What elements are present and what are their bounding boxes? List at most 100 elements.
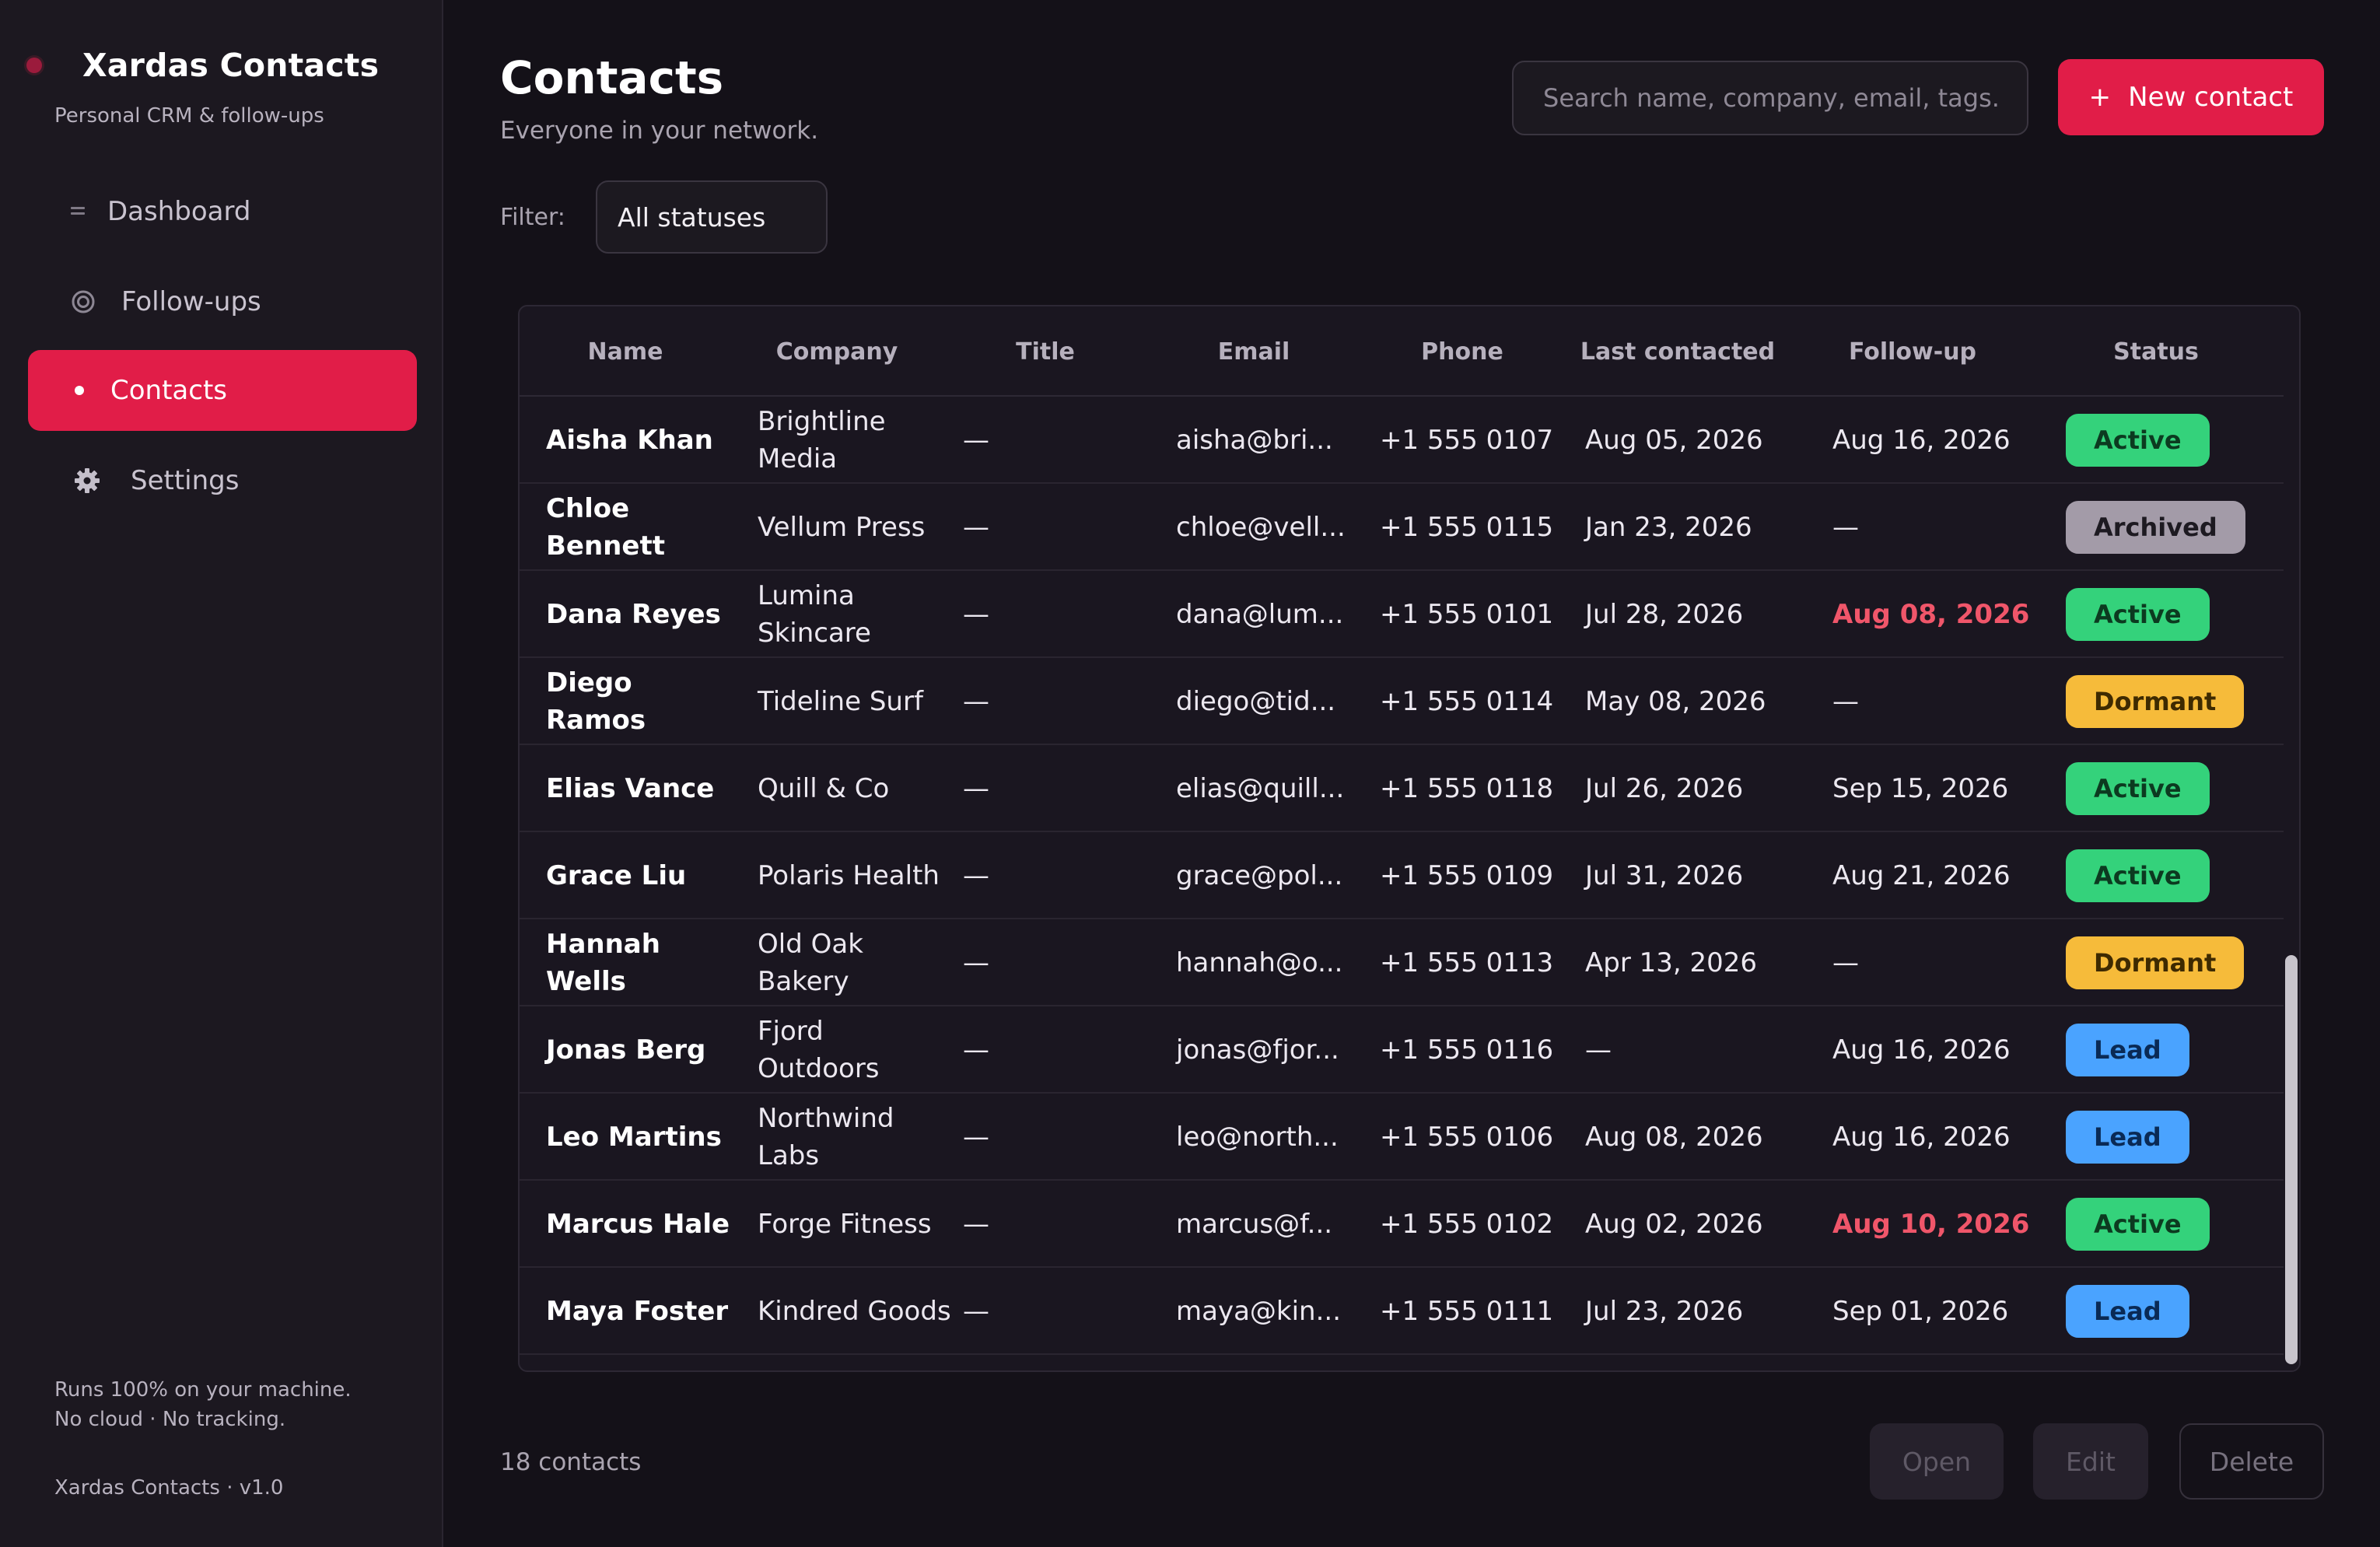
cell-text: Diego Ramos [546,667,646,736]
cell-last: Jan 23, 2026 [1585,484,1787,571]
cell-text: +1 555 0116 [1380,1034,1554,1066]
cell-text: +1 555 0102 [1380,1209,1554,1240]
table-row[interactable]: Grace Liu Polaris Health — grace@pol... +1 5… [520,832,2287,919]
column-header-status[interactable]: Status [2035,306,2277,397]
cell-follow: — [1832,484,2035,571]
cell-company: Forge Fitness [758,1181,952,1268]
cell-text: Aug 10, 2026 [1832,1209,2030,1240]
cell-follow: Aug 16, 2026 [1832,1006,2035,1094]
status-badge: Active [2066,1198,2210,1251]
cell-status: Dormant [2066,658,2276,745]
table-row[interactable]: Diego Ramos Tideline Surf — diego@tid... +1 … [520,658,2287,745]
dot-icon [73,384,86,397]
cell-email: grace@pol... [1176,832,1355,919]
cell-text: — [963,599,989,630]
cell-phone: +1 555 0102 [1380,1181,1563,1268]
cell-text: — [963,686,989,717]
table-row[interactable]: Aisha Khan Brightline Media — aisha@bri... +… [520,397,2287,484]
cell-phone: +1 555 0115 [1380,484,1563,571]
table-row[interactable]: Jonas Berg Fjord Outdoors — jonas@fjor... +1… [520,1006,2287,1094]
cell-text: Fjord Outdoors [758,1016,880,1084]
cell-phone: +1 555 0111 [1380,1268,1563,1355]
cell-title: — [963,745,1118,832]
cell-text: maya@kin... [1176,1296,1342,1327]
cell-name: Marcus Hale [546,1181,733,1268]
cell-phone: +1 555 0109 [1380,832,1563,919]
cell-text: Vellum Press [758,512,926,543]
cell-text: +1 555 0106 [1380,1122,1554,1153]
cell-phone: +1 555 0101 [1380,571,1563,658]
column-header-company[interactable]: Company [731,306,943,397]
status-badge: Active [2066,414,2210,467]
cell-text: — [1832,686,1859,717]
column-header-phone[interactable]: Phone [1360,306,1565,397]
cell-name: Chloe Bennett [546,484,733,571]
search-input[interactable] [1512,61,2028,135]
scrollbar-thumb[interactable] [2285,955,2298,1364]
cell-text: — [963,1034,989,1066]
status-filter-select[interactable]: All statuses [596,180,828,254]
cell-text: leo@north... [1176,1122,1339,1153]
cell-follow: Aug 16, 2026 [1832,397,2035,484]
sidebar-item-label: Dashboard [107,196,251,227]
table-row[interactable]: Marcus Hale Forge Fitness — marcus@f... +1 5… [520,1181,2287,1268]
sidebar-item-follow-ups[interactable]: Follow-ups [28,261,417,342]
sidebar-item-dashboard[interactable]: Dashboard [28,171,417,252]
cell-name: Jonas Berg [546,1006,733,1094]
table-row[interactable]: Dana Reyes Lumina Skincare — dana@lum... +1 … [520,571,2287,658]
cell-title: — [963,571,1118,658]
cell-text: Aug 05, 2026 [1585,425,1763,456]
cell-text: jonas@fjor... [1176,1034,1339,1066]
target-icon [70,289,96,315]
cell-name: Maya Foster [546,1268,733,1355]
cell-text: elias@quill... [1176,773,1345,804]
cell-text: Kindred Goods [758,1296,951,1327]
cell-email: chloe@vell... [1176,484,1355,571]
cell-text: Chloe Bennett [546,493,665,562]
table-row[interactable]: Elias Vance Quill & Co — elias@quill... +1 5… [520,745,2287,832]
cell-text: Jul 26, 2026 [1585,773,1744,804]
cell-text: — [963,1209,989,1240]
cell-company: Tideline Surf [758,658,952,745]
version-label: Xardas Contacts · v1.0 [54,1476,284,1500]
column-header-title[interactable]: Title [943,306,1148,397]
column-header-email[interactable]: Email [1148,306,1360,397]
column-header-last-contacted[interactable]: Last contacted [1565,306,1790,397]
sidebar-item-settings[interactable]: Settings [28,440,417,521]
cell-name: Grace Liu [546,832,733,919]
cell-text: Jul 28, 2026 [1585,599,1744,630]
cell-text: Sep 15, 2026 [1832,773,2009,804]
edit-button[interactable]: Edit [2033,1423,2148,1500]
cell-status: Dormant [2066,919,2276,1006]
status-badge: Dormant [2066,675,2245,728]
cell-company: Vellum Press [758,484,952,571]
cell-text: Marcus Hale [546,1209,730,1240]
cell-text: Aug 08, 2026 [1832,599,2030,630]
table-row[interactable]: Hannah Wells Old Oak Bakery — hannah@o... +1… [520,919,2287,1006]
table-scrollbar[interactable] [2284,306,2299,1370]
column-header-name[interactable]: Name [520,306,731,397]
plus-icon: + [2088,82,2112,113]
table-row[interactable]: Leo Martins Northwind Labs — leo@north... +1… [520,1094,2287,1181]
cell-text: — [963,1122,989,1153]
open-button[interactable]: Open [1870,1423,2004,1500]
table-row[interactable]: Maya Foster Kindred Goods — maya@kin... +1 5… [520,1268,2287,1355]
table-row[interactable]: Chloe Bennett Vellum Press — chloe@vell... +… [520,484,2287,571]
delete-button[interactable]: Delete [2179,1423,2324,1500]
cell-text: Tideline Surf [758,686,923,717]
column-header-follow-up[interactable]: Follow-up [1790,306,2035,397]
cell-status: Archived [2066,484,2276,571]
cell-text: Northwind Labs [758,1103,894,1171]
cell-email: diego@tid... [1176,658,1355,745]
cell-company: Polaris Health [758,832,952,919]
sidebar: Xardas Contacts Personal CRM & follow-up… [0,0,443,1547]
cell-name: Diego Ramos [546,658,733,745]
cell-text: dana@lum... [1176,599,1344,630]
new-contact-button[interactable]: + New contact [2058,59,2324,135]
sidebar-item-contacts[interactable]: Contacts [28,350,417,431]
cell-company: Quill & Co [758,745,952,832]
main-content: Contacts Everyone in your network. + New… [445,0,2380,1547]
cell-text: Hannah Wells [546,929,660,997]
cell-text: — [963,1296,989,1327]
cell-text: Jonas Berg [546,1034,706,1066]
